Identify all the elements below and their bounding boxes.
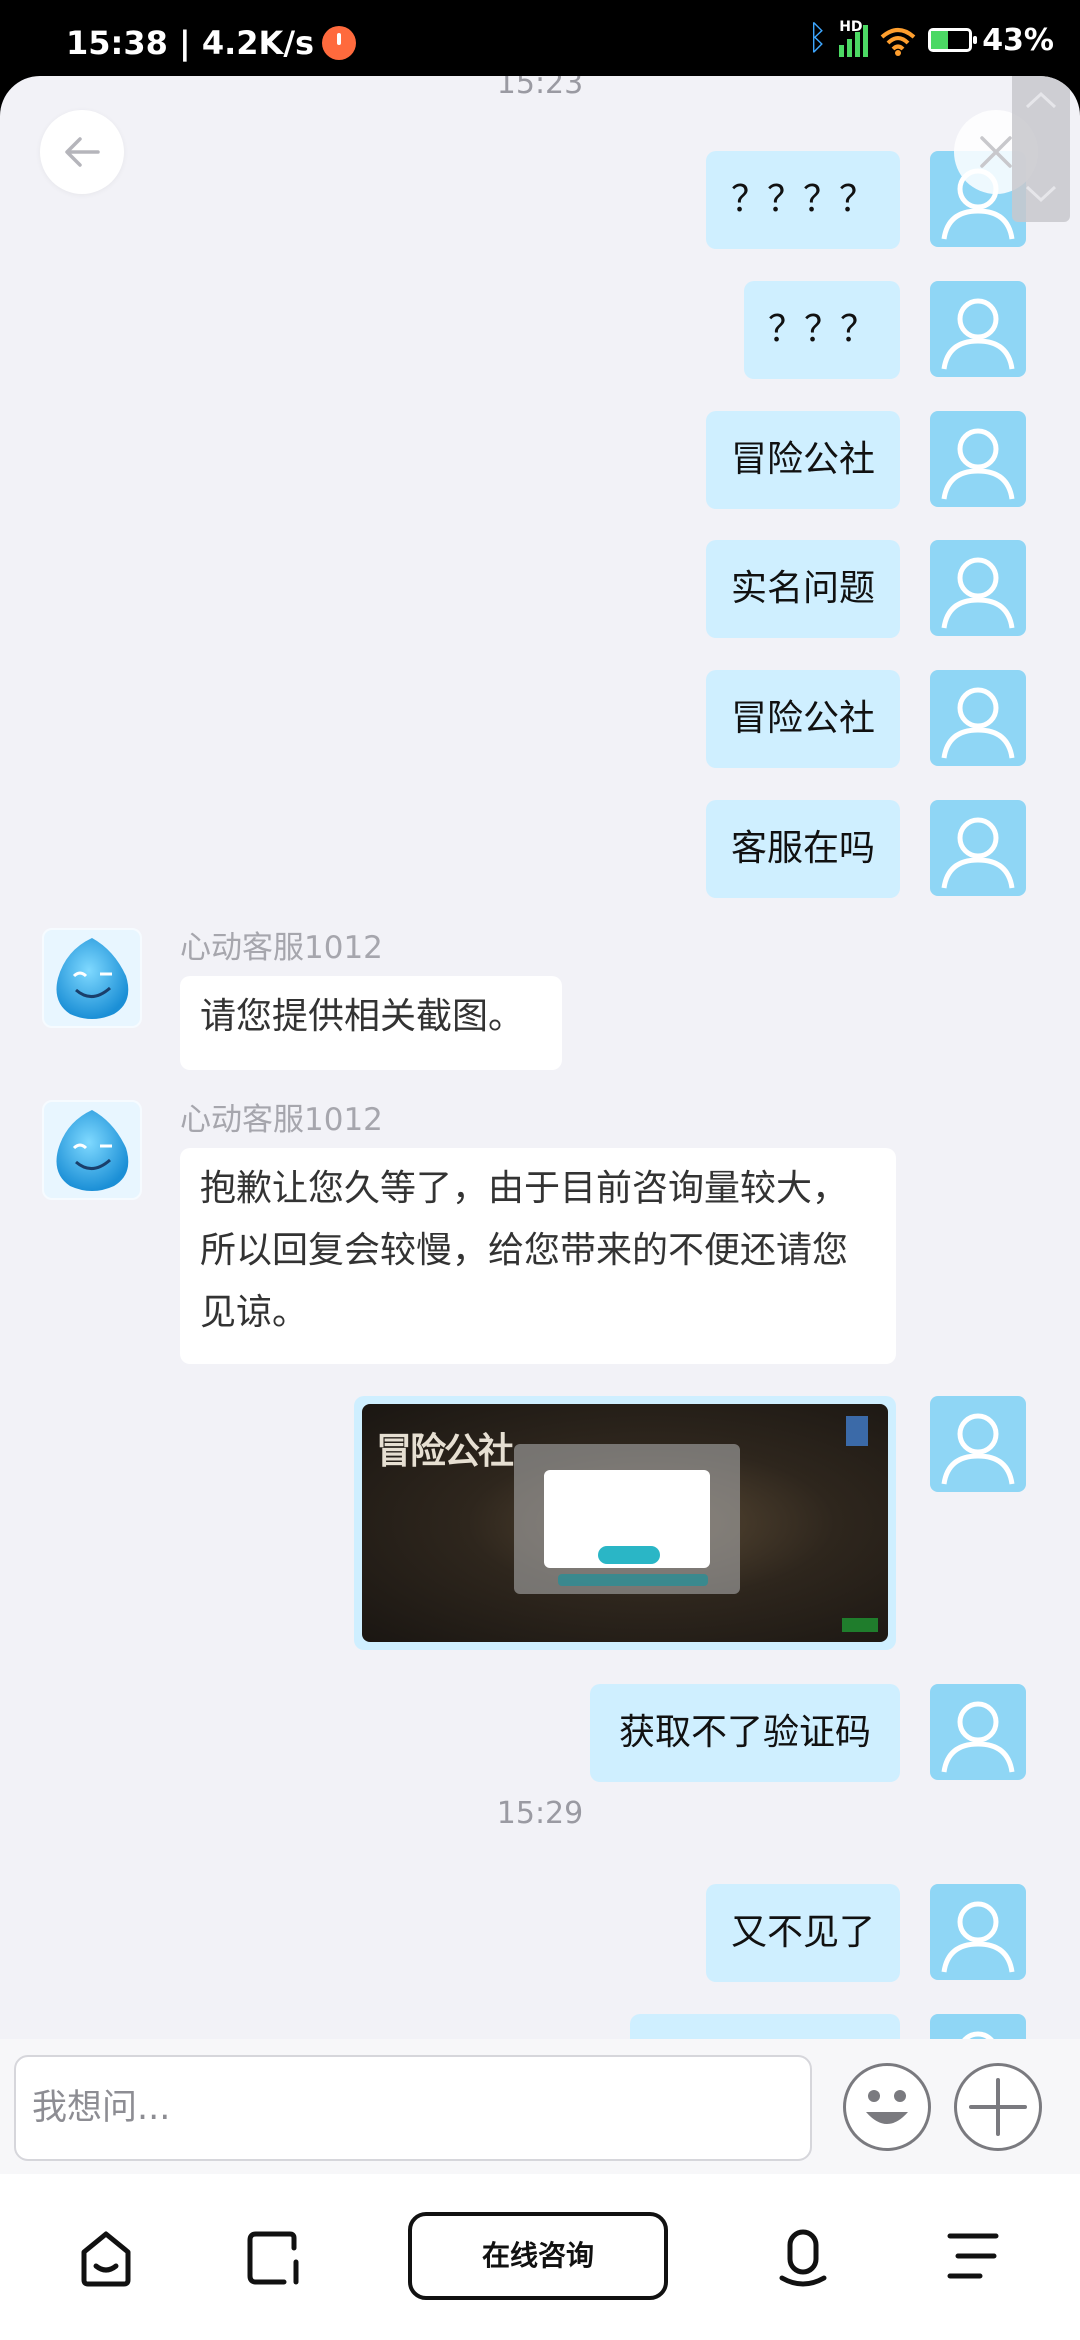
outgoing-message: 冒险公社 bbox=[706, 670, 900, 768]
agent-avatar[interactable] bbox=[42, 928, 142, 1028]
signal-icon: HD bbox=[839, 19, 869, 57]
image-message[interactable]: 冒险公社 bbox=[354, 1396, 896, 1650]
user-avatar[interactable] bbox=[930, 1396, 1026, 1492]
battery-icon bbox=[928, 28, 978, 52]
game-tag bbox=[842, 1618, 878, 1632]
chevron-up-icon bbox=[1025, 91, 1057, 109]
emoji-button[interactable] bbox=[843, 2063, 931, 2151]
clock-speed: 15:38 | 4.2K/s bbox=[66, 24, 315, 62]
menu-icon[interactable] bbox=[944, 2228, 1002, 2284]
timestamp: 15:29 bbox=[496, 1796, 584, 1831]
game-corner-badge bbox=[846, 1416, 868, 1446]
outgoing-message: 实名问题 bbox=[706, 540, 900, 638]
back-button[interactable] bbox=[40, 110, 124, 194]
smiley-icon bbox=[866, 2090, 908, 2124]
chat-scroll-area[interactable]: 15:23 ？？？？ ？？？ 冒险公社 实名问题 冒险公社 客服在吗 心动客服1… bbox=[0, 76, 1080, 2039]
user-avatar[interactable] bbox=[930, 1684, 1026, 1780]
user-avatar[interactable] bbox=[930, 1884, 1026, 1980]
message-input[interactable]: 我想问... bbox=[14, 2055, 812, 2161]
outgoing-message: 冒险公社 bbox=[706, 411, 900, 509]
online-consult-button[interactable]: 在线咨询 bbox=[408, 2212, 668, 2300]
navigation-bar: 在线咨询 bbox=[0, 2174, 1080, 2340]
status-left: 15:38 | 4.2K/s bbox=[66, 24, 357, 62]
outgoing-message: 又不见了 bbox=[706, 1884, 900, 1982]
user-avatar[interactable] bbox=[930, 540, 1026, 636]
game-screenshot: 冒险公社 bbox=[362, 1404, 888, 1642]
game-bar bbox=[558, 1574, 708, 1586]
status-bar: 15:38 | 4.2K/s HD 43% bbox=[0, 0, 1080, 78]
chat-app: 15:23 ？？？？ ？？？ 冒险公社 实名问题 冒险公社 客服在吗 心动客服1… bbox=[0, 76, 1080, 2340]
arrow-left-icon bbox=[65, 137, 100, 167]
bluetooth-icon bbox=[807, 18, 829, 58]
user-avatar[interactable] bbox=[930, 800, 1026, 896]
game-logo: 冒险公社 bbox=[376, 1430, 514, 1472]
home-icon[interactable] bbox=[76, 2228, 136, 2288]
incoming-message: 抱歉让您久等了，由于目前咨询量较大，所以回复会较慢，给您带来的不便还请您见谅。 bbox=[180, 1148, 896, 1364]
outgoing-message: 客服在吗 bbox=[706, 800, 900, 898]
user-avatar[interactable] bbox=[930, 281, 1026, 377]
outgoing-message bbox=[630, 2014, 900, 2039]
close-icon bbox=[980, 136, 1012, 168]
user-avatar[interactable] bbox=[930, 670, 1026, 766]
status-right: HD 43% bbox=[807, 18, 1054, 58]
user-avatar[interactable] bbox=[930, 2014, 1026, 2039]
recent-apps-icon[interactable] bbox=[244, 2228, 304, 2288]
user-avatar[interactable] bbox=[930, 411, 1026, 507]
plus-button[interactable] bbox=[954, 2063, 1042, 2151]
incoming-message: 请您提供相关截图。 bbox=[180, 976, 562, 1070]
outgoing-message: ？？？ bbox=[744, 281, 900, 379]
chevron-down-icon bbox=[1025, 185, 1057, 203]
microphone-icon[interactable] bbox=[776, 2228, 830, 2294]
hd-label: HD bbox=[839, 19, 863, 35]
agent-name: 心动客服1012 bbox=[180, 1102, 383, 1138]
outgoing-message: 获取不了验证码 bbox=[590, 1684, 900, 1782]
outgoing-message: ？？？？ bbox=[706, 151, 900, 249]
scroll-handle[interactable] bbox=[1012, 76, 1070, 222]
plus-icon bbox=[969, 2078, 1027, 2136]
game-dialog-button bbox=[598, 1546, 660, 1564]
agent-name: 心动客服1012 bbox=[180, 930, 383, 966]
input-bar: 我想问... bbox=[0, 2039, 1080, 2174]
timestamp: 15:23 bbox=[496, 76, 584, 101]
alarm-icon bbox=[322, 26, 357, 60]
battery-percent: 43% bbox=[982, 22, 1054, 58]
agent-avatar[interactable] bbox=[42, 1100, 142, 1200]
wifi-icon bbox=[878, 23, 918, 57]
